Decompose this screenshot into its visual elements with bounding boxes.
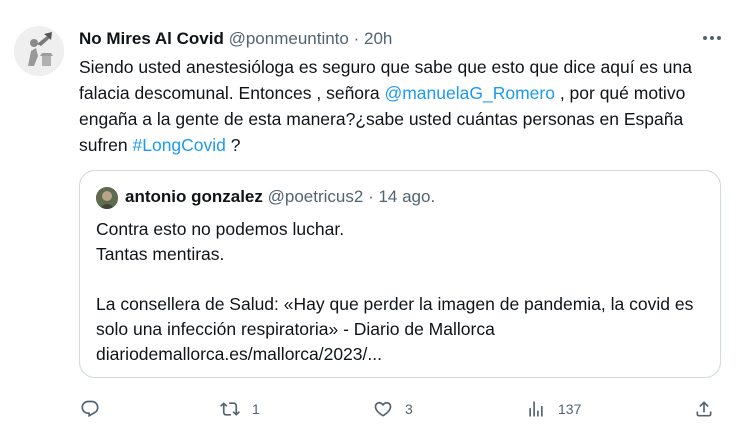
- quote-header: antonio gonzalez @poetricus2 · 14 ago.: [125, 185, 435, 209]
- views-icon: [529, 401, 543, 417]
- reply-icon: [81, 400, 99, 418]
- views-count: 137: [558, 401, 582, 417]
- quote-author-name: antonio gonzalez: [125, 187, 263, 206]
- quote-date: 14 ago.: [378, 187, 436, 206]
- retweet-icon: [220, 402, 240, 416]
- retweet-button[interactable]: 1: [220, 394, 260, 424]
- quote-author-handle: @poetricus2: [267, 187, 364, 206]
- quote-line-2: Tantas mentiras.: [96, 244, 225, 264]
- hashtag-link[interactable]: #LongCovid: [133, 135, 226, 155]
- share-icon: [696, 401, 712, 417]
- reply-button[interactable]: [80, 394, 100, 424]
- more-options-button[interactable]: [700, 28, 724, 48]
- tweet-header: No Mires Al Covid @ponmeuntinto · 20h: [79, 27, 392, 51]
- quote-separator: ·: [368, 187, 374, 206]
- tweet-time[interactable]: 20h: [364, 29, 392, 48]
- like-button[interactable]: 3: [373, 394, 413, 424]
- author-avatar[interactable]: [14, 26, 64, 76]
- retweet-count: 1: [252, 401, 260, 417]
- quote-line-1: Contra esto no podemos luchar.: [96, 219, 345, 239]
- header-separator: ·: [353, 29, 360, 48]
- quote-text: Contra esto no podemos luchar. Tantas me…: [96, 217, 706, 367]
- views-button[interactable]: 137: [526, 394, 581, 424]
- author-name[interactable]: No Mires Al Covid: [79, 29, 224, 48]
- mention-link[interactable]: @manuelaG_Romero: [384, 83, 554, 103]
- quoted-tweet[interactable]: antonio gonzalez @poetricus2 · 14 ago. C…: [79, 170, 721, 378]
- heart-icon: [374, 401, 392, 417]
- quote-line-3: La consellera de Salud: «Hay que perder …: [96, 294, 694, 339]
- tweet-text: Siendo usted anestesióloga es seguro que…: [79, 54, 729, 158]
- share-button[interactable]: [694, 394, 714, 424]
- author-handle[interactable]: @ponmeuntinto: [229, 29, 349, 48]
- more-horizontal-icon: [703, 36, 721, 40]
- like-count: 3: [405, 401, 413, 417]
- tweet: No Mires Al Covid @ponmeuntinto · 20h Si…: [0, 0, 742, 444]
- quote-author-avatar: [96, 187, 118, 209]
- tweet-text-part3: ?: [225, 135, 241, 155]
- quote-link-text: diariodemallorca.es/mallorca/2023/...: [96, 344, 382, 364]
- action-bar: 1 3 137: [0, 394, 742, 424]
